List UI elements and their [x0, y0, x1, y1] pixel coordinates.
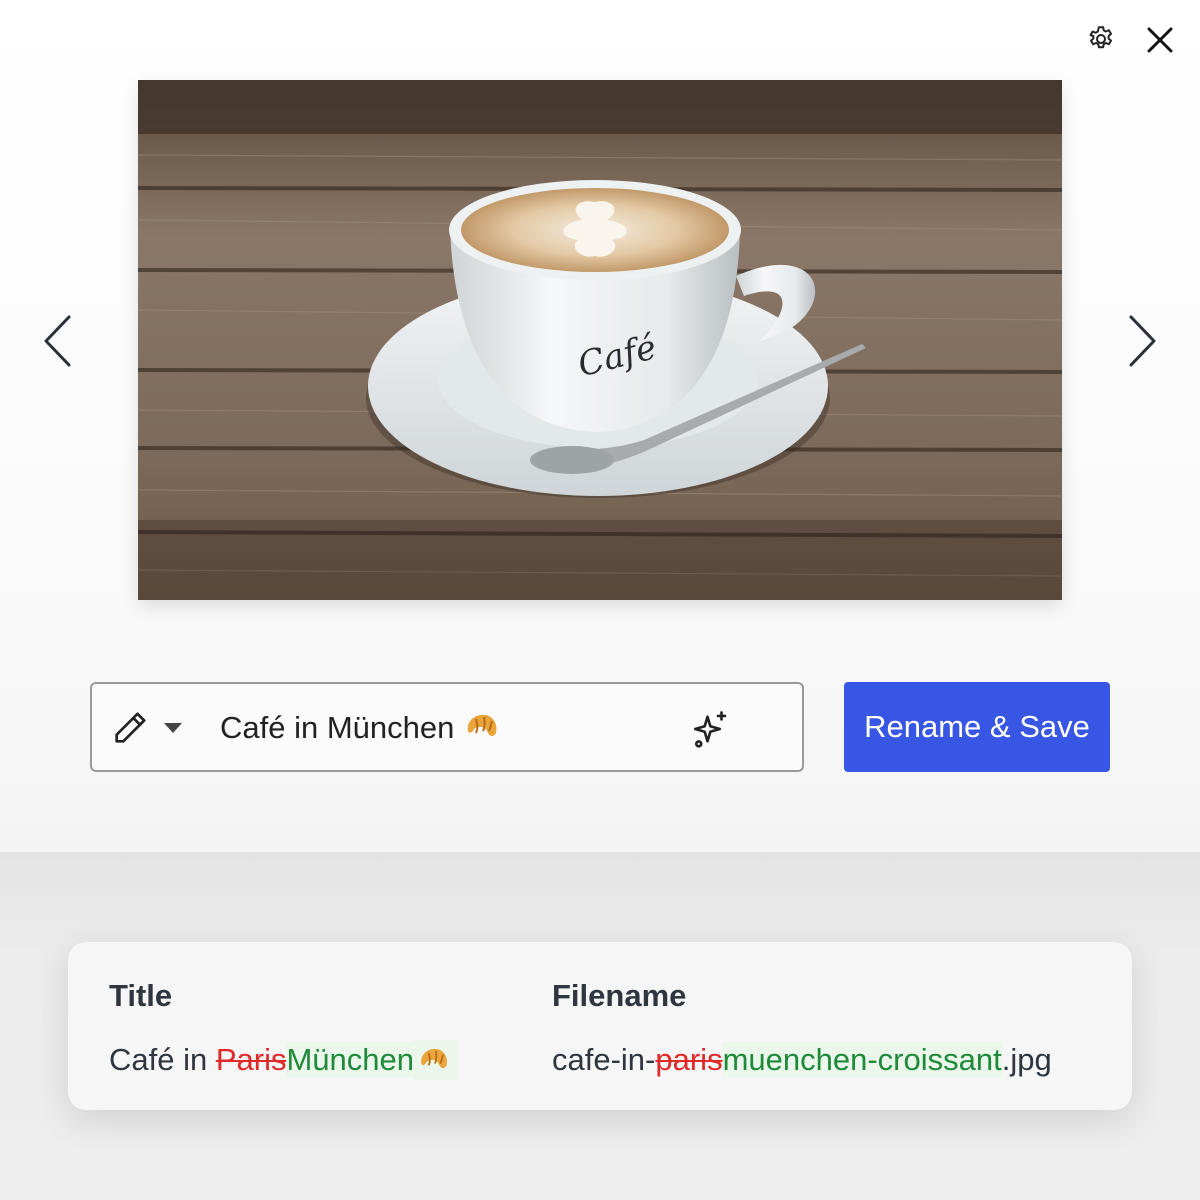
title-input[interactable]	[220, 704, 680, 752]
title-added-text: München	[286, 1042, 415, 1077]
image-preview: Café	[138, 80, 1062, 600]
filename-extension: .jpg	[1001, 1042, 1052, 1077]
edit-mode-dropdown[interactable]	[110, 706, 186, 750]
title-field[interactable]	[90, 682, 804, 772]
title-removed-text: Paris	[215, 1042, 287, 1077]
croissant-icon	[414, 1040, 459, 1080]
rename-save-button[interactable]: Rename & Save	[844, 682, 1110, 772]
settings-button[interactable]	[1084, 22, 1118, 56]
ai-suggest-button[interactable]	[690, 708, 732, 750]
gear-icon	[1089, 26, 1112, 49]
title-diff: Café in ParisMünchen	[109, 1040, 459, 1080]
sparkle-icon	[693, 711, 727, 748]
title-column-header: Title	[109, 978, 173, 1013]
next-image-button[interactable]	[1122, 310, 1164, 372]
filename-diff: cafe-in-parismuenchen-croissant.jpg	[552, 1040, 1052, 1080]
croissant-icon	[468, 714, 497, 736]
title-unchanged-text: Café in	[109, 1042, 216, 1077]
previous-image-button[interactable]	[36, 310, 78, 372]
filename-column-header: Filename	[552, 978, 687, 1013]
coffee-photo: Café	[138, 80, 1062, 600]
pencil-icon	[115, 712, 146, 743]
chevron-right-icon	[1129, 315, 1156, 367]
chevron-left-icon	[44, 315, 71, 367]
filename-unchanged-prefix: cafe-in-	[552, 1042, 656, 1077]
close-button[interactable]	[1142, 22, 1178, 58]
filename-removed-text: paris	[655, 1042, 723, 1077]
caret-down-icon	[164, 723, 182, 733]
close-icon	[1147, 27, 1173, 53]
rename-preview-card: Title Café in ParisMünchen Filename cafe…	[68, 942, 1132, 1110]
filename-added-text: muenchen-croissant	[722, 1042, 1002, 1077]
